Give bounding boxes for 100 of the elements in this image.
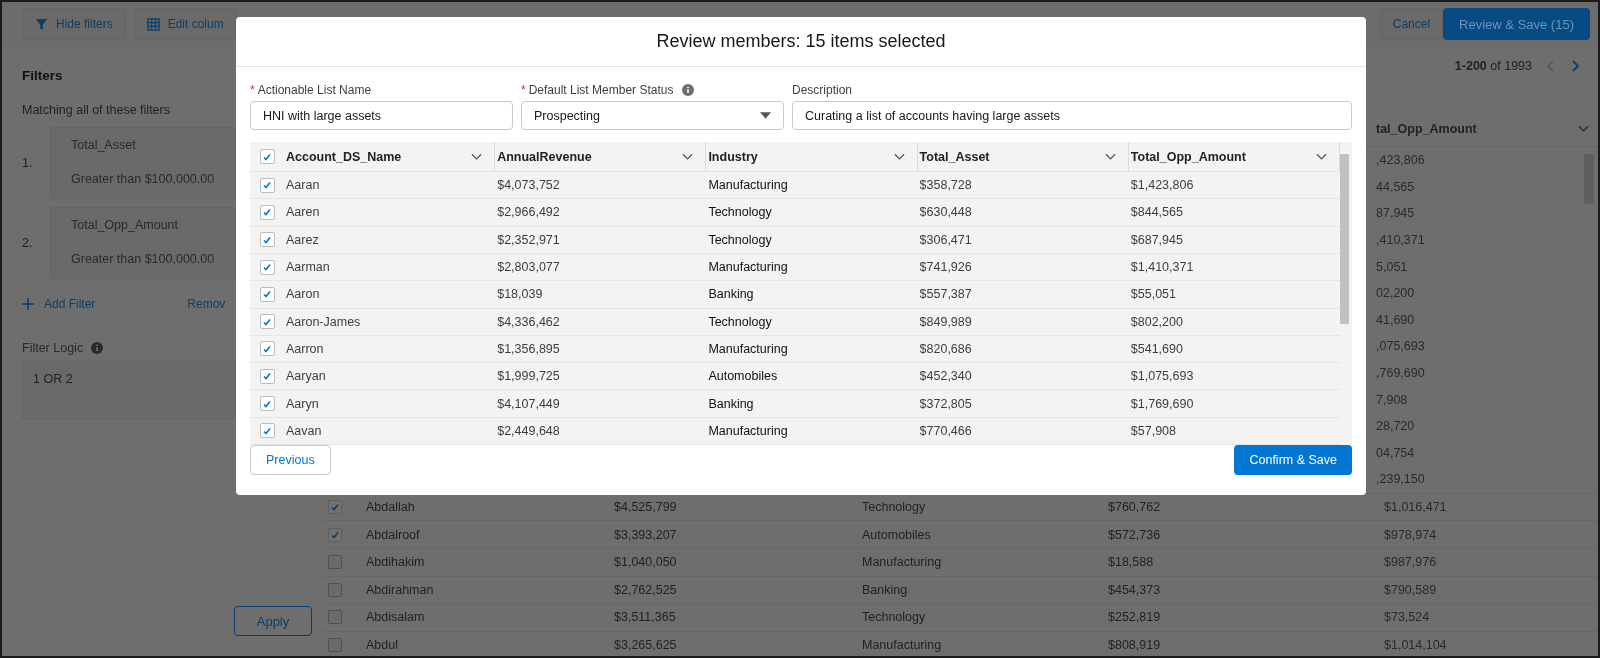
row-checkbox[interactable] bbox=[259, 423, 275, 439]
confirm-save-button[interactable]: Confirm & Save bbox=[1234, 445, 1352, 475]
table-cell-text: Technology bbox=[861, 610, 927, 625]
table-cell-text: $252,819 bbox=[1107, 610, 1162, 625]
filter-number: 1. bbox=[22, 156, 34, 170]
chevron-down-icon[interactable] bbox=[682, 152, 694, 161]
row-checkbox[interactable] bbox=[328, 582, 342, 597]
add-filter-link[interactable]: Add Filter bbox=[22, 297, 96, 311]
table-cell-text: $687,945 bbox=[1129, 232, 1184, 247]
row-checkbox[interactable] bbox=[328, 555, 342, 570]
table-cell-text: $2,352,971 bbox=[496, 232, 561, 247]
required-mark: * bbox=[250, 83, 255, 98]
chevron-down-icon[interactable] bbox=[471, 152, 483, 161]
table-cell-text: $1,075,693 bbox=[1129, 369, 1195, 384]
table-cell-text: Abdihakim bbox=[365, 555, 426, 570]
chevron-down-icon[interactable] bbox=[893, 152, 905, 161]
table-cell-text: $4,525,799 bbox=[613, 500, 678, 514]
toolbar-button[interactable]: Hide filters bbox=[22, 8, 126, 40]
table-cell-text: $73,524 bbox=[1383, 610, 1431, 625]
toolbar-button[interactable]: Edit colum bbox=[133, 8, 237, 40]
required-mark: * bbox=[521, 83, 526, 98]
row-checkbox[interactable] bbox=[259, 341, 275, 357]
table-cell-text: $1,769,690 bbox=[1129, 396, 1195, 411]
table-cell-text: $55,051 bbox=[1129, 287, 1177, 302]
row-checkbox[interactable] bbox=[328, 638, 342, 652]
table-cell-text: Manufacturing bbox=[861, 638, 943, 652]
table-cell-text: Automobiles bbox=[861, 527, 932, 542]
column-header[interactable]: Total_Opp_Amount bbox=[1130, 149, 1246, 164]
table-cell-text: $4,336,462 bbox=[496, 314, 561, 329]
row-checkbox[interactable] bbox=[328, 527, 342, 542]
filter-logic-label: Filter Logic bbox=[22, 341, 84, 355]
table-cell-text: $4,073,752 bbox=[496, 178, 561, 193]
chevron-down-icon[interactable] bbox=[1104, 152, 1116, 161]
chevron-down-icon[interactable] bbox=[1578, 125, 1589, 133]
table-cell-text: ,410,371 bbox=[1376, 233, 1426, 248]
filter-number: 2. bbox=[22, 236, 34, 250]
table-cell-text: $790,589 bbox=[1383, 582, 1438, 597]
column-header[interactable]: Total_Asset bbox=[919, 149, 990, 164]
table-cell-text: Technology bbox=[707, 205, 773, 220]
table-cell-text: $1,999,725 bbox=[496, 369, 561, 384]
checkmark-icon bbox=[262, 343, 272, 354]
row-checkbox[interactable] bbox=[259, 314, 275, 330]
table-cell-text: Manufacturing bbox=[861, 555, 943, 570]
table-cell-text: Automobiles bbox=[707, 369, 779, 384]
row-checkbox[interactable] bbox=[328, 610, 342, 625]
table-cell-text: ,239,150 bbox=[1376, 472, 1426, 487]
table-cell-text: $844,565 bbox=[1129, 205, 1184, 220]
row-checkbox[interactable] bbox=[259, 286, 275, 302]
chevron-down-icon[interactable] bbox=[1316, 152, 1327, 161]
table-cell-text: Aarron bbox=[285, 341, 325, 356]
row-checkbox[interactable] bbox=[328, 500, 342, 514]
apply-button[interactable]: Apply bbox=[234, 606, 312, 636]
table-cell-text: $372,805 bbox=[918, 396, 973, 411]
table-cell-text: Technology bbox=[861, 500, 927, 514]
table-cell-text: $18,039 bbox=[496, 287, 544, 302]
table-cell-text: $978,974 bbox=[1383, 527, 1438, 542]
table-cell-text: $3,511,365 bbox=[613, 610, 677, 625]
table-cell-text: $1,014,104 bbox=[1383, 638, 1448, 652]
chevron-right-icon[interactable] bbox=[1570, 59, 1580, 73]
plus-icon bbox=[22, 298, 34, 310]
table-cell-text: $987,976 bbox=[1383, 555, 1438, 570]
input-field[interactable]: Curating a list of accounts having large assets bbox=[792, 101, 1352, 131]
row-checkbox[interactable] bbox=[259, 396, 275, 412]
table-cell-text: $3,393,207 bbox=[613, 527, 678, 542]
checkmark-icon bbox=[262, 289, 272, 300]
column-header[interactable]: tal_Opp_Amount bbox=[1376, 122, 1578, 136]
table-cell-text: Aaron bbox=[285, 287, 321, 302]
table-cell-text: $452,340 bbox=[918, 369, 973, 384]
checkmark-icon bbox=[262, 180, 272, 191]
status-dropdown[interactable]: Prospecting bbox=[521, 101, 784, 131]
row-checkbox[interactable] bbox=[259, 232, 275, 248]
row-checkbox[interactable] bbox=[259, 368, 275, 384]
info-icon bbox=[91, 342, 104, 354]
column-header[interactable]: Industry bbox=[708, 149, 758, 164]
cancel-button[interactable]: Cancel bbox=[1379, 8, 1444, 40]
table-cell-text: ,075,693 bbox=[1376, 339, 1426, 354]
column-header[interactable]: AnnualRevenue bbox=[497, 149, 592, 164]
remove-link[interactable]: Remov bbox=[187, 297, 226, 311]
table-cell-text: $808,919 bbox=[1107, 638, 1162, 652]
table-cell-text: Manufacturing bbox=[707, 178, 789, 193]
previous-button[interactable]: Previous bbox=[250, 445, 331, 475]
table-cell-text: Manufacturing bbox=[707, 260, 789, 275]
row-checkbox[interactable] bbox=[259, 177, 275, 193]
field-label: Actionable List Name bbox=[257, 83, 372, 98]
table-cell-text: $630,448 bbox=[918, 205, 973, 220]
table-cell-text: 02,200 bbox=[1376, 286, 1416, 301]
table-cell-text: 41,690 bbox=[1376, 312, 1416, 327]
input-field[interactable]: HNI with large assets bbox=[250, 101, 513, 131]
table-cell-text: $18,588 bbox=[1107, 555, 1155, 570]
row-checkbox[interactable] bbox=[259, 259, 275, 275]
review-save-button[interactable]: Review & Save (15) bbox=[1443, 8, 1590, 40]
table-cell-text: Abdirahman bbox=[365, 582, 435, 597]
table-cell-text: $802,200 bbox=[1129, 314, 1184, 329]
table-cell-text: Abdul bbox=[365, 638, 399, 652]
row-checkbox[interactable] bbox=[259, 204, 275, 220]
table-cell-text: $2,966,492 bbox=[496, 205, 561, 220]
filters-title: Filters bbox=[22, 68, 63, 83]
table-cell-text: $2,762,525 bbox=[613, 582, 678, 597]
select-all-checkbox[interactable] bbox=[259, 149, 275, 165]
checkmark-icon bbox=[262, 262, 272, 273]
